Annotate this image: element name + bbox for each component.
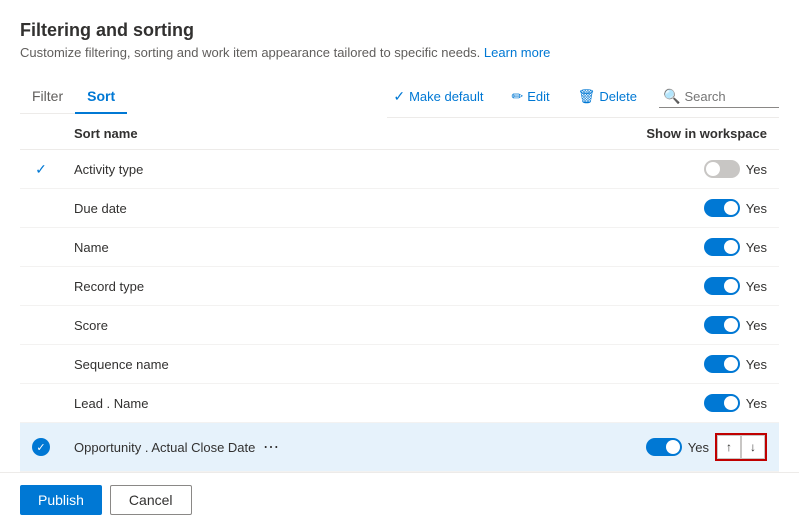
page-subtitle: Customize filtering, sorting and work it… — [20, 45, 779, 60]
toggle-label: Yes — [746, 318, 767, 333]
make-default-button[interactable]: ✓ Make default — [387, 84, 489, 109]
col-check — [20, 118, 62, 150]
show-toggle[interactable] — [646, 438, 682, 456]
tab-filter[interactable]: Filter — [20, 80, 75, 114]
show-toggle[interactable] — [704, 160, 740, 178]
row-show-cell: Yes — [619, 228, 779, 267]
toolbar: ✓ Make default ✏ Edit 🗑 Delete 🔍 — [387, 76, 779, 118]
row-check: ✓ — [20, 423, 62, 472]
row-sort-name: Lead . Name — [62, 384, 619, 423]
table-row[interactable]: ✓ Opportunity . Actual Close Date ⋯ Yes ↑↓ — [20, 423, 779, 472]
selected-circle: ✓ — [32, 438, 50, 456]
table-row[interactable]: Record type Yes — [20, 267, 779, 306]
row-check — [20, 228, 62, 267]
toggle-label: Yes — [746, 357, 767, 372]
row-check: ✓ — [20, 150, 62, 189]
delete-button[interactable]: 🗑 Delete — [572, 84, 643, 109]
row-check — [20, 345, 62, 384]
sort-table: Sort name Show in workspace ✓ Activity ty… — [20, 118, 779, 472]
tabs: Filter Sort — [20, 80, 127, 114]
tab-sort[interactable]: Sort — [75, 80, 127, 114]
row-check — [20, 306, 62, 345]
row-show-cell: Yes — [619, 345, 779, 384]
search-input[interactable] — [684, 89, 774, 104]
toggle-label: Yes — [746, 162, 767, 177]
show-toggle[interactable] — [704, 277, 740, 295]
move-buttons: ↑↓ — [715, 433, 767, 461]
search-box[interactable]: 🔍 — [659, 86, 779, 108]
row-show-cell: Yes — [619, 150, 779, 189]
move-down-button[interactable]: ↓ — [741, 435, 765, 459]
row-sort-name: Score — [62, 306, 619, 345]
table-row[interactable]: Score Yes — [20, 306, 779, 345]
show-toggle[interactable] — [704, 316, 740, 334]
check-mark-icon: ✓ — [35, 161, 47, 177]
row-check — [20, 384, 62, 423]
footer: Publish Cancel — [0, 472, 799, 527]
col-sort-name: Sort name — [62, 118, 619, 150]
table-row[interactable]: Due date Yes — [20, 189, 779, 228]
table-row[interactable]: ✓ Activity type Yes — [20, 150, 779, 189]
page-title: Filtering and sorting — [20, 20, 779, 41]
table-row[interactable]: Sequence name Yes — [20, 345, 779, 384]
row-sort-name: Due date — [62, 189, 619, 228]
toggle-label: Yes — [746, 201, 767, 216]
show-toggle[interactable] — [704, 199, 740, 217]
learn-more-link[interactable]: Learn more — [484, 45, 550, 60]
delete-icon: 🗑 — [578, 88, 596, 105]
col-show: Show in workspace — [619, 118, 779, 149]
check-icon: ✓ — [393, 88, 405, 105]
move-up-button[interactable]: ↑ — [717, 435, 741, 459]
row-show-cell: Yes — [619, 189, 779, 228]
row-sort-name: Sequence name — [62, 345, 619, 384]
show-toggle[interactable] — [704, 355, 740, 373]
show-toggle[interactable] — [704, 238, 740, 256]
row-sort-name: Activity type — [62, 150, 619, 189]
row-check — [20, 189, 62, 228]
ellipsis-button[interactable]: ⋯ — [259, 437, 283, 457]
toggle-label: Yes — [746, 396, 767, 411]
row-show-cell: Yes ↑↓ — [619, 423, 779, 472]
row-sort-name: Opportunity . Actual Close Date ⋯ — [62, 423, 619, 472]
toggle-label: Yes — [746, 279, 767, 294]
toggle-label: Yes — [746, 240, 767, 255]
toggle-label: Yes — [688, 440, 709, 455]
row-show-cell: Yes — [619, 384, 779, 423]
search-icon: 🔍 — [663, 88, 680, 105]
row-sort-name: Record type — [62, 267, 619, 306]
edit-icon: ✏ — [512, 88, 524, 105]
row-check — [20, 267, 62, 306]
show-toggle[interactable] — [704, 394, 740, 412]
table-row[interactable]: Name Yes — [20, 228, 779, 267]
row-show-cell: Yes — [619, 267, 779, 306]
row-show-cell: Yes — [619, 306, 779, 345]
edit-button[interactable]: ✏ Edit — [506, 84, 556, 109]
row-sort-name: Name — [62, 228, 619, 267]
table-row[interactable]: Lead . Name Yes — [20, 384, 779, 423]
